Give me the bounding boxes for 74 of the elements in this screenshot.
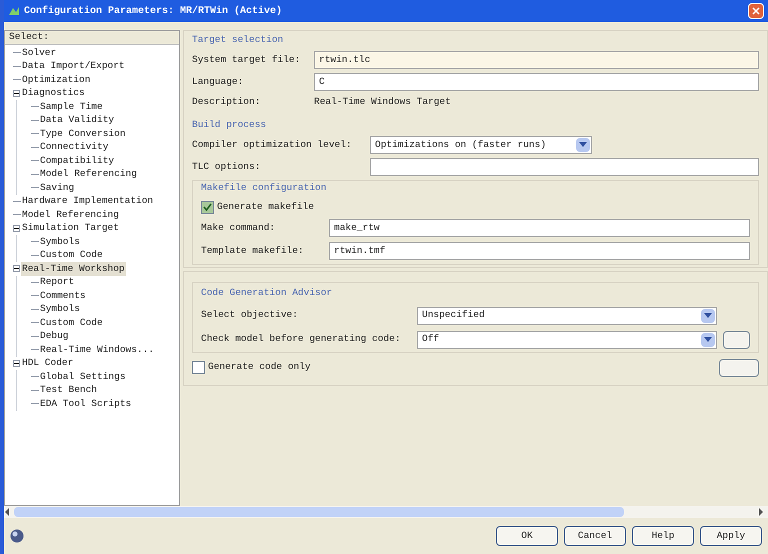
tree-item[interactable]: Model Referencing [39,167,138,182]
text-field[interactable]: rtwin.tmf [329,242,750,260]
dropdown[interactable]: Off [417,330,717,348]
text-field[interactable]: make_rtw [329,219,750,238]
tree-item[interactable]: Symbols [39,234,81,249]
text-field[interactable] [370,158,759,176]
tree-item[interactable]: Diagnostics [21,86,86,100]
field-label: Select objective: [201,308,299,322]
tree-item[interactable]: Type Conversion [39,126,127,141]
tree-item[interactable]: Real-Time Windows... [39,342,156,357]
field-label: Check model before generating code: [201,332,402,346]
field-label: System target file: [192,53,302,68]
dialog-button[interactable]: OK [496,526,558,546]
tree-item[interactable]: Model Referencing [21,208,120,222]
tree-item[interactable]: Comments [39,288,87,303]
description-text: Real-Time Windows Target [314,95,451,110]
field-label: Template makefile: [201,244,305,258]
help-globe-icon[interactable] [10,529,24,543]
dropdown-arrow-icon [701,332,715,346]
checkbox-label: Generate makefile [217,200,314,214]
tree-item[interactable]: Data Validity [39,113,116,128]
app-icon [8,5,20,17]
tree-item[interactable]: Symbols [39,302,81,316]
section-title: Target selection [192,33,284,47]
field-label: TLC options: [192,160,262,174]
dialog-button[interactable]: Cancel [564,526,626,546]
section-title: Build process [192,118,268,132]
field-label: Language: [192,75,244,90]
side-button[interactable] [719,358,759,376]
tree-item[interactable]: Debug [39,329,70,344]
horizontal-scrollbar[interactable] [4,506,768,518]
expander-icon[interactable] [13,90,20,97]
tree-item[interactable]: Data Import/Export [21,59,126,74]
tree-item[interactable]: Real-Time Workshop [21,262,126,276]
expander-icon[interactable] [13,224,20,232]
close-icon [752,7,760,15]
dropdown[interactable]: Optimizations on (faster runs) [370,136,592,154]
tree-item[interactable]: EDA Tool Scripts [39,396,132,411]
field-label: Description: [192,95,262,110]
section-title: Makefile configuration [201,180,328,195]
tree-item[interactable]: Custom Code [39,248,104,262]
tree-item[interactable]: Solver [21,46,58,60]
field-label: Compiler optimization level: [192,138,353,152]
sidebar-header: Select: [5,31,179,45]
dropdown-arrow-icon [576,138,590,152]
scroll-thumb[interactable] [14,507,624,517]
checkbox[interactable] [201,200,214,214]
tree-item[interactable]: Hardware Implementation [21,194,154,208]
dropdown[interactable]: Unspecified [417,306,717,324]
expander-icon[interactable] [13,265,20,272]
close-button[interactable] [748,3,764,19]
tree-item[interactable]: Compatibility [39,154,116,168]
tree-item[interactable]: Optimization [21,72,92,87]
dialog-button[interactable]: Apply [700,526,762,546]
tree-item[interactable]: Report [39,275,76,290]
tree-item[interactable]: Test Bench [39,383,98,398]
dropdown-arrow-icon [701,308,715,322]
tree-item[interactable]: HDL Coder [21,356,74,370]
side-button[interactable] [723,330,750,348]
window-title: Configuration Parameters: MR/RTWin (Active) [24,4,282,18]
tree-item[interactable]: Connectivity [39,140,110,154]
tree-item[interactable]: Global Settings [39,370,127,384]
tree-item[interactable]: Custom Code [39,316,104,330]
tree-item[interactable]: Simulation Target [21,221,120,236]
tree-item[interactable]: Saving [39,180,76,195]
text-field[interactable]: C [314,73,759,92]
checkbox-label: Generate code only [208,360,311,374]
section-title: Code Generation Advisor [201,286,334,300]
field-label: Make command: [201,221,276,236]
dialog-button[interactable]: Help [632,526,694,546]
text-field[interactable]: rtwin.tlc [314,51,759,70]
expander-icon[interactable] [13,360,20,367]
checkbox[interactable] [192,361,205,374]
tree-item[interactable]: Sample Time [39,100,104,114]
